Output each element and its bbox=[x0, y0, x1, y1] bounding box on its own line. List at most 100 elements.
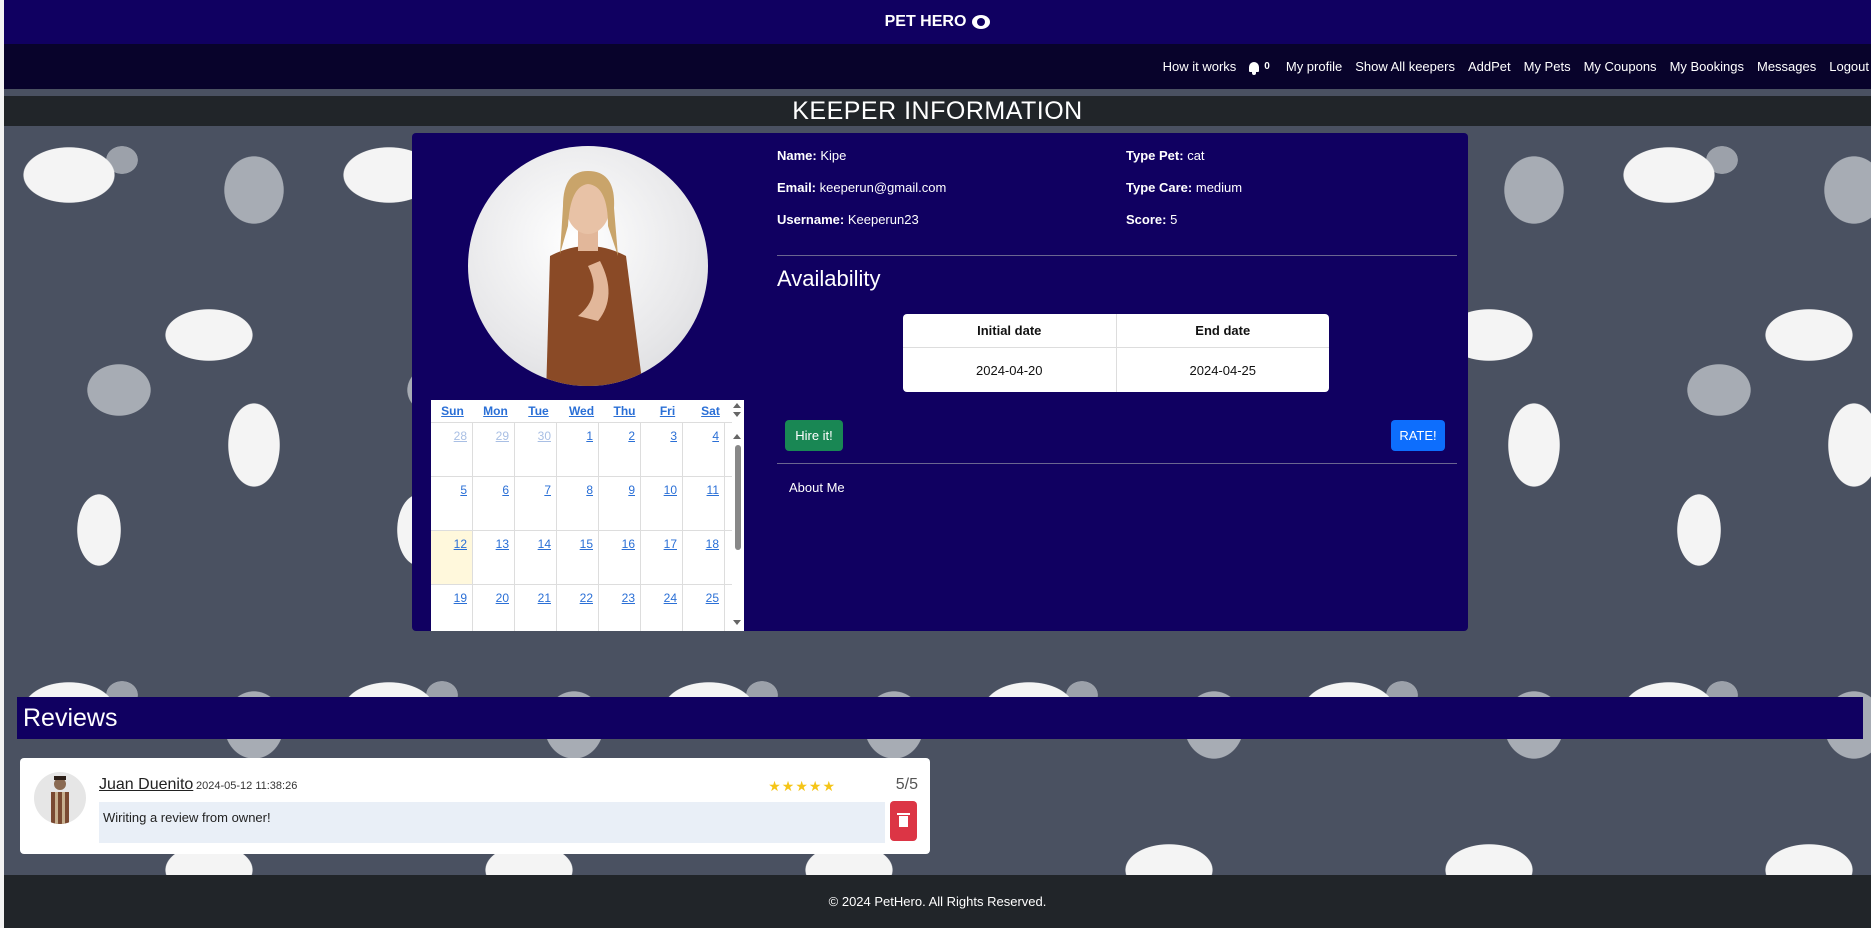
calendar-day[interactable]: 11 bbox=[683, 477, 725, 530]
keeper-email-row: Email: keeperun@gmail.com bbox=[777, 180, 946, 195]
calendar-day[interactable]: 15 bbox=[557, 531, 599, 584]
scroll-up-icon[interactable] bbox=[733, 403, 741, 408]
type-care-value: medium bbox=[1195, 180, 1243, 195]
reviews-title: Reviews bbox=[23, 703, 118, 732]
scroll-up-icon[interactable] bbox=[733, 434, 741, 439]
calendar-day[interactable]: 30 bbox=[515, 423, 557, 476]
brand-name: PET HERO bbox=[884, 13, 967, 30]
weekday-label: Thu bbox=[613, 404, 636, 418]
calendar-day[interactable]: 1 bbox=[557, 423, 599, 476]
nav-logout[interactable]: Logout bbox=[1829, 59, 1869, 74]
scroll-down-icon[interactable] bbox=[733, 620, 741, 625]
top-header: PET HERO bbox=[4, 0, 1871, 44]
calendar-week: 12 13 14 15 16 17 18 bbox=[431, 531, 744, 585]
calendar-day[interactable]: 18 bbox=[683, 531, 725, 584]
email-label: Email: bbox=[777, 180, 817, 195]
calendar-day[interactable]: 19 bbox=[431, 585, 473, 631]
type-pet-row: Type Pet: cat bbox=[1126, 148, 1205, 163]
rate-button[interactable]: RATE! bbox=[1391, 420, 1445, 451]
initial-date-cell: 2024-04-20 bbox=[903, 348, 1117, 392]
page-title: KEEPER INFORMATION bbox=[792, 96, 1083, 125]
review-text: Wiriting a review from owner! bbox=[99, 802, 885, 843]
page-title-bar: KEEPER INFORMATION bbox=[4, 96, 1871, 126]
reviews-header: Reviews bbox=[17, 697, 1863, 739]
nav-how-it-works[interactable]: How it works bbox=[1163, 59, 1237, 74]
calendar-day[interactable]: 5 bbox=[431, 477, 473, 530]
calendar-week: 28 29 30 1 2 3 4 bbox=[431, 423, 744, 477]
reviewer-avatar bbox=[34, 772, 86, 824]
nav-my-bookings[interactable]: My Bookings bbox=[1670, 59, 1744, 74]
calendar-day[interactable]: 28 bbox=[431, 423, 473, 476]
bell-icon bbox=[1249, 61, 1260, 75]
availability-calendar[interactable]: Sun Mon Tue Wed Thu Fri Sat 28 29 30 1 2… bbox=[431, 400, 744, 631]
calendar-day-today[interactable]: 12 bbox=[431, 531, 473, 584]
calendar-day[interactable]: 13 bbox=[473, 531, 515, 584]
calendar-day[interactable]: 25 bbox=[683, 585, 725, 631]
section-divider bbox=[777, 255, 1457, 256]
initial-date-header: Initial date bbox=[903, 314, 1117, 347]
hire-button[interactable]: Hire it! bbox=[785, 420, 843, 451]
review-card: Juan Duenito 2024-05-12 11:38:26 ★★★★★ 5… bbox=[20, 758, 930, 854]
calendar-day[interactable]: 14 bbox=[515, 531, 557, 584]
calendar-day[interactable]: 4 bbox=[683, 423, 725, 476]
weekday-label: Fri bbox=[659, 404, 676, 418]
name-label: Name: bbox=[777, 148, 817, 163]
username-label: Username: bbox=[777, 212, 845, 227]
scrollbar-thumb[interactable] bbox=[735, 445, 741, 550]
review-score: 5/5 bbox=[895, 776, 918, 793]
window-edge bbox=[0, 0, 4, 928]
calendar-day[interactable]: 16 bbox=[599, 531, 641, 584]
scroll-down-icon[interactable] bbox=[733, 412, 741, 417]
reviewer-name-link[interactable]: Juan Duenito bbox=[99, 776, 193, 794]
weekday-label: Wed bbox=[568, 404, 595, 418]
calendar-day[interactable]: 9 bbox=[599, 477, 641, 530]
availability-title: Availability bbox=[777, 266, 881, 291]
type-care-row: Type Care: medium bbox=[1126, 180, 1242, 195]
keeper-name: Kipe bbox=[820, 148, 847, 163]
delete-review-button[interactable] bbox=[890, 801, 917, 841]
nav-messages[interactable]: Messages bbox=[1757, 59, 1816, 74]
calendar-day[interactable]: 8 bbox=[557, 477, 599, 530]
score-label: Score: bbox=[1126, 212, 1167, 227]
calendar-day[interactable]: 3 bbox=[641, 423, 683, 476]
calendar-day[interactable]: 7 bbox=[515, 477, 557, 530]
keeper-name-row: Name: Kipe bbox=[777, 148, 846, 163]
calendar-day[interactable]: 10 bbox=[641, 477, 683, 530]
nav-my-pets[interactable]: My Pets bbox=[1524, 59, 1571, 74]
calendar-day[interactable]: 22 bbox=[557, 585, 599, 631]
type-pet-value: cat bbox=[1187, 148, 1205, 163]
notifications-button[interactable]: 0 bbox=[1249, 61, 1270, 75]
calendar-week: 19 20 21 22 23 24 25 bbox=[431, 585, 744, 631]
notification-count: 0 bbox=[1264, 61, 1270, 72]
calendar-day[interactable]: 29 bbox=[473, 423, 515, 476]
score-value: 5 bbox=[1170, 212, 1178, 227]
review-date: 2024-05-12 11:38:26 bbox=[196, 780, 298, 792]
brand-logo[interactable]: PET HERO bbox=[885, 13, 991, 31]
calendar-scrollbar[interactable] bbox=[732, 400, 744, 631]
nav-show-all-keepers[interactable]: Show All keepers bbox=[1355, 59, 1455, 74]
calendar-week: 5 6 7 8 9 10 11 bbox=[431, 477, 744, 531]
calendar-day[interactable]: 24 bbox=[641, 585, 683, 631]
availability-table: Initial date End date 2024-04-20 2024-04… bbox=[903, 314, 1329, 392]
weekday-label: Sun bbox=[441, 404, 464, 418]
trash-icon bbox=[897, 812, 910, 827]
weekday-label: Tue bbox=[528, 404, 549, 418]
paw-logo-icon bbox=[972, 15, 991, 29]
keeper-email: keeperun@gmail.com bbox=[819, 180, 947, 195]
calendar-day[interactable]: 6 bbox=[473, 477, 515, 530]
calendar-day[interactable]: 21 bbox=[515, 585, 557, 631]
calendar-weekday-header: Sun Mon Tue Wed Thu Fri Sat bbox=[431, 400, 744, 423]
nav-my-profile[interactable]: My profile bbox=[1286, 59, 1342, 74]
calendar-day[interactable]: 20 bbox=[473, 585, 515, 631]
nav-add-pet[interactable]: AddPet bbox=[1468, 59, 1511, 74]
about-me-title: About Me bbox=[789, 480, 845, 495]
reviewer-portrait-illustration bbox=[51, 776, 69, 824]
weekday-label: Sat bbox=[701, 404, 720, 418]
calendar-day[interactable]: 17 bbox=[641, 531, 683, 584]
keeper-username-row: Username: Keeperun23 bbox=[777, 212, 919, 227]
calendar-day[interactable]: 2 bbox=[599, 423, 641, 476]
calendar-day[interactable]: 23 bbox=[599, 585, 641, 631]
nav-my-coupons[interactable]: My Coupons bbox=[1584, 59, 1657, 74]
keeper-portrait-illustration bbox=[546, 171, 643, 386]
weekday-label: Mon bbox=[483, 404, 508, 418]
